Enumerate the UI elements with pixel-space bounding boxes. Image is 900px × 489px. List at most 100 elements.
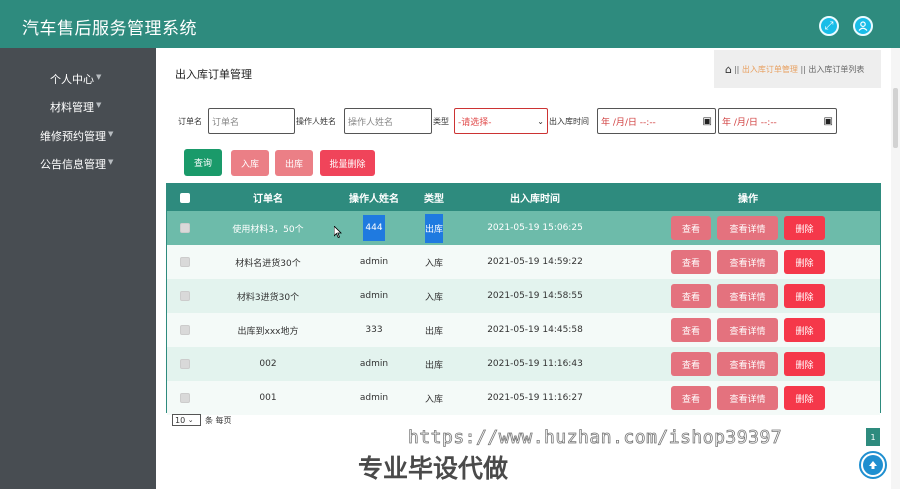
- cell-time: 2021-05-19 14:45:58: [487, 325, 583, 335]
- calendar-icon[interactable]: ▣: [703, 116, 712, 127]
- row-checkbox[interactable]: [180, 393, 190, 403]
- query-button[interactable]: 查询: [184, 149, 222, 176]
- top-bar: 汽车售后服务管理系统 ⤢: [0, 0, 900, 48]
- chevron-down-icon: ▼: [108, 158, 114, 166]
- sidebar-item-materials[interactable]: 材料管理 ▼: [0, 93, 156, 117]
- chevron-down-icon: ▼: [96, 73, 102, 81]
- date-end-input[interactable]: 年 /月/日 --:-- ▣: [718, 108, 837, 134]
- page-size-label: 条 每页: [205, 415, 232, 425]
- sidebar-item-profile[interactable]: 个人中心 ▼: [0, 65, 156, 89]
- cell-time: 2021-05-19 14:58:55: [487, 291, 583, 301]
- view-detail-button[interactable]: 查看详情: [717, 352, 778, 376]
- watermark-text: 专业毕设代做: [358, 454, 509, 483]
- sidebar-item-repair-booking[interactable]: 维修预约管理 ▼: [0, 122, 156, 146]
- sidebar-item-label: 个人中心: [50, 73, 94, 86]
- table-row[interactable]: 出库到xxx地方 333 出库 2021-05-19 14:45:58 查看 查…: [167, 313, 880, 347]
- header-actions: 操作: [738, 194, 758, 205]
- delete-button[interactable]: 删除: [784, 284, 825, 308]
- sidebar-item-label: 维修预约管理: [40, 130, 106, 143]
- view-button[interactable]: 查看: [671, 216, 711, 240]
- row-checkbox[interactable]: [180, 359, 190, 369]
- cell-operator: 333: [365, 325, 383, 335]
- row-checkbox[interactable]: [180, 325, 190, 335]
- chevron-down-icon: ▼: [96, 101, 102, 109]
- row-checkbox[interactable]: [180, 257, 190, 267]
- cell-name: 001: [259, 393, 277, 403]
- cell-type: 入库: [424, 258, 443, 269]
- sidebar: 个人中心 ▼ 材料管理 ▼ 维修预约管理 ▼ 公告信息管理 ▼: [0, 48, 156, 489]
- cell-time: 2021-05-19 14:59:22: [487, 257, 583, 267]
- table-row[interactable]: 002 admin 出库 2021-05-19 11:16:43 查看 查看详情…: [167, 347, 880, 381]
- view-detail-button[interactable]: 查看详情: [717, 250, 778, 274]
- page-title: 出入库订单管理: [175, 68, 252, 81]
- row-checkbox[interactable]: [180, 291, 190, 301]
- back-to-top-button[interactable]: [859, 451, 887, 479]
- page-number-1[interactable]: 1: [866, 428, 880, 446]
- order-name-label: 订单名: [178, 117, 202, 126]
- batch-delete-button[interactable]: 批量删除: [320, 150, 375, 176]
- cell-name: 使用材料3，50个: [232, 224, 304, 235]
- delete-button[interactable]: 删除: [784, 216, 825, 240]
- cell-operator: admin: [359, 291, 389, 301]
- page-size-select[interactable]: 10 ⌄: [172, 414, 201, 426]
- cell-time: 2021-05-19 11:16:43: [487, 359, 583, 369]
- date-end-value: 年 /月/日 --:--: [722, 117, 777, 128]
- cell-operator: admin: [359, 359, 389, 369]
- view-button[interactable]: 查看: [671, 284, 711, 308]
- table-row[interactable]: 001 admin 入库 2021-05-19 11:16:27 查看 查看详情…: [167, 381, 880, 415]
- cell-operator: admin: [359, 257, 389, 267]
- delete-button[interactable]: 删除: [784, 318, 825, 342]
- chevron-down-icon: ⌄: [537, 116, 544, 126]
- date-start-input[interactable]: 年 /月/日 --:-- ▣: [597, 108, 716, 134]
- view-detail-button[interactable]: 查看详情: [717, 216, 778, 240]
- type-select[interactable]: -请选择- ⌄: [454, 108, 548, 134]
- home-icon[interactable]: ⌂: [725, 63, 732, 76]
- delete-button[interactable]: 删除: [784, 386, 825, 410]
- table-header: 订单名 操作人姓名 类型 出入库时间 操作: [167, 184, 880, 211]
- operator-input[interactable]: 操作人姓名: [344, 108, 432, 134]
- delete-button[interactable]: 删除: [784, 352, 825, 376]
- pager: 10 ⌄ 条 每页: [172, 414, 232, 426]
- view-button[interactable]: 查看: [671, 352, 711, 376]
- header-operator: 操作人姓名: [349, 194, 399, 205]
- row-checkbox[interactable]: [180, 223, 190, 233]
- cell-operator: 444: [363, 215, 385, 241]
- breadcrumb-current[interactable]: 出入库订单管理: [742, 64, 798, 75]
- table-row[interactable]: 使用材料3，50个 444 出库 2021-05-19 15:06:25 查看 …: [167, 211, 880, 245]
- type-select-value: -请选择-: [458, 117, 492, 128]
- sidebar-item-label: 公告信息管理: [40, 158, 106, 171]
- order-name-input[interactable]: 订单名: [208, 108, 295, 134]
- calendar-icon[interactable]: ▣: [824, 116, 833, 127]
- orders-table: 订单名 操作人姓名 类型 出入库时间 操作 使用材料3，50个 444 出库 2…: [166, 183, 881, 415]
- breadcrumb-tail: 出入库订单列表: [808, 64, 865, 74]
- cell-name: 002: [259, 359, 277, 369]
- header-time: 出入库时间: [510, 194, 560, 205]
- arrow-up-icon: [863, 455, 883, 475]
- table-row[interactable]: 材料3进货30个 admin 入库 2021-05-19 14:58:55 查看…: [167, 279, 880, 313]
- sidebar-item-announcements[interactable]: 公告信息管理 ▼: [0, 150, 156, 174]
- stock-in-button[interactable]: 入库: [231, 150, 269, 176]
- user-icon[interactable]: [853, 16, 873, 36]
- view-button[interactable]: 查看: [671, 250, 711, 274]
- stock-out-button[interactable]: 出库: [275, 150, 313, 176]
- table-row[interactable]: 材料名进货30个 admin 入库 2021-05-19 14:59:22 查看…: [167, 245, 880, 279]
- page-scrollbar[interactable]: [891, 48, 900, 489]
- view-button[interactable]: 查看: [671, 386, 711, 410]
- cell-type: 出库: [424, 360, 443, 371]
- cell-name: 材料名进货30个: [235, 258, 301, 269]
- cell-type: 入库: [424, 292, 443, 303]
- view-detail-button[interactable]: 查看详情: [717, 318, 778, 342]
- date-start-value: 年 /月/日 --:--: [601, 117, 656, 128]
- delete-button[interactable]: 删除: [784, 250, 825, 274]
- expand-icon[interactable]: ⤢: [819, 16, 839, 36]
- cell-type: 入库: [424, 394, 443, 405]
- header-type: 类型: [424, 194, 444, 205]
- view-button[interactable]: 查看: [671, 318, 711, 342]
- select-all-checkbox[interactable]: [180, 192, 190, 203]
- breadcrumb: ⌂ || 出入库订单管理 || 出入库订单列表: [714, 50, 881, 88]
- view-detail-button[interactable]: 查看详情: [717, 284, 778, 308]
- view-detail-button[interactable]: 查看详情: [717, 386, 778, 410]
- watermark-url: https://www.huzhan.com/ishop39397: [408, 427, 783, 449]
- cell-type: 出库: [424, 326, 443, 337]
- cell-type: 出库: [424, 213, 443, 243]
